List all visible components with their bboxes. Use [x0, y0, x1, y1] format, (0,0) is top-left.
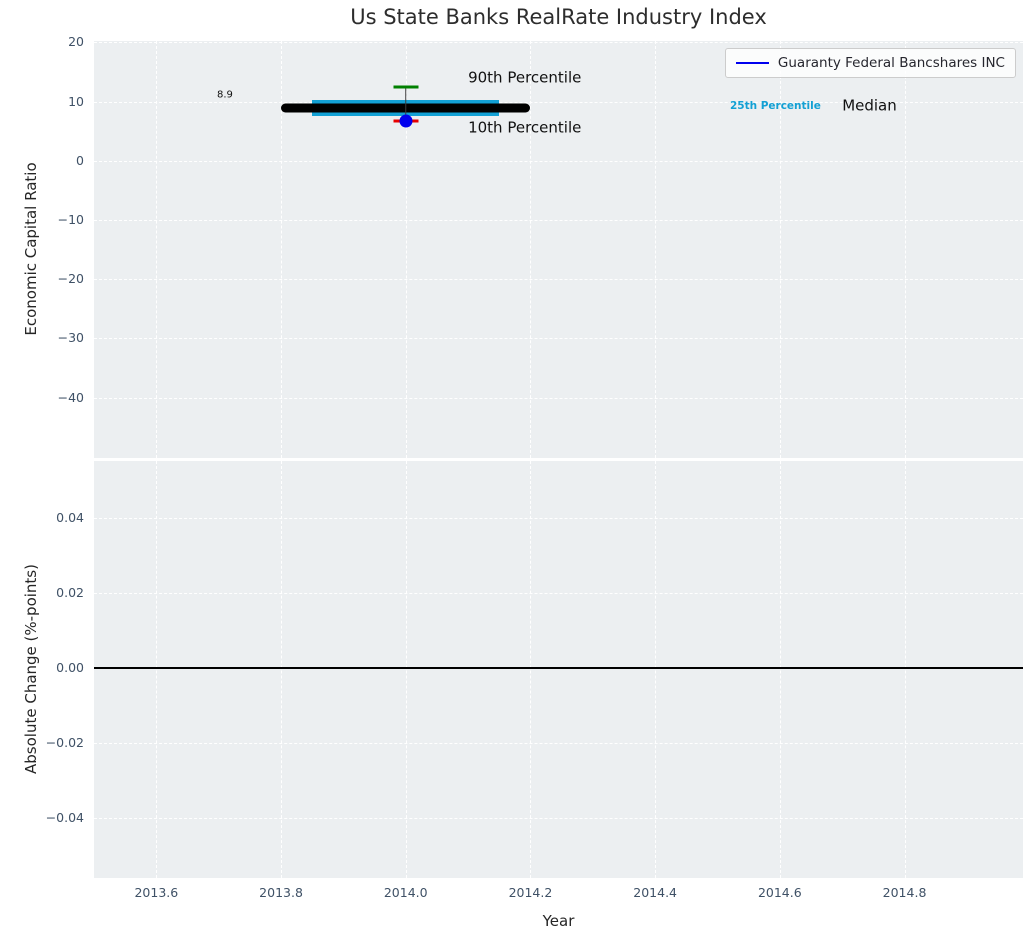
gridline-horizontal	[94, 398, 1023, 399]
x-tick-label: 2014.0	[384, 887, 428, 900]
y-tick-label: 0.02	[29, 587, 84, 600]
gridline-vertical	[530, 41, 531, 458]
x-tick-label: 2014.8	[883, 887, 927, 900]
bottom-axes-absolute-change	[94, 461, 1023, 878]
y-tick-label: −0.04	[29, 812, 84, 825]
y-tick-label: −0.02	[29, 737, 84, 750]
company-data-point	[399, 114, 412, 127]
gridline-horizontal	[94, 743, 1023, 744]
gridline-horizontal	[94, 42, 1023, 43]
annotation-10th-percentile: 10th Percentile	[468, 119, 581, 136]
y-tick-label: −10	[29, 214, 84, 227]
gridline-vertical	[780, 461, 781, 878]
gridline-vertical	[905, 461, 906, 878]
gridline-horizontal	[94, 161, 1023, 162]
y-tick-label: 10	[29, 95, 84, 108]
x-tick-label: 2014.6	[758, 887, 802, 900]
gridline-horizontal	[94, 220, 1023, 221]
y-tick-label: −40	[29, 391, 84, 404]
gridline-vertical	[281, 461, 282, 878]
gridline-horizontal	[94, 279, 1023, 280]
gridline-vertical	[905, 41, 906, 458]
annotation-90th-percentile: 90th Percentile	[468, 69, 581, 86]
x-tick-label: 2013.8	[259, 887, 303, 900]
y-tick-label: 0.04	[29, 512, 84, 525]
gridline-vertical	[156, 461, 157, 878]
x-tick-label: 2014.2	[509, 887, 553, 900]
y-tick-label: 0	[29, 155, 84, 168]
legend-line-sample	[736, 62, 769, 65]
x-tick-label: 2013.6	[134, 887, 178, 900]
zero-reference-line	[94, 667, 1023, 669]
x-tick-label: 2014.4	[633, 887, 677, 900]
y-tick-label: −20	[29, 273, 84, 286]
legend: Guaranty Federal Bancshares INC	[725, 48, 1016, 78]
x-axis-label: Year	[94, 912, 1023, 930]
gridline-vertical	[406, 461, 407, 878]
gridline-horizontal	[94, 338, 1023, 339]
gridline-vertical	[655, 41, 656, 458]
gridline-horizontal	[94, 593, 1023, 594]
gridline-vertical	[156, 41, 157, 458]
legend-label: Guaranty Federal Bancshares INC	[778, 55, 1005, 71]
gridline-vertical	[530, 461, 531, 878]
chart-title: Us State Banks RealRate Industry Index	[94, 5, 1023, 29]
gridline-horizontal	[94, 818, 1023, 819]
gridline-vertical	[655, 461, 656, 878]
annotation-8-9: 8.9	[217, 89, 233, 101]
annotation-25th-percentile: 25th Percentile	[730, 100, 821, 112]
p90-percentile-tick	[393, 86, 418, 89]
gridline-horizontal	[94, 518, 1023, 519]
y-tick-label: 20	[29, 36, 84, 49]
y-tick-label: 0.00	[29, 662, 84, 675]
y-tick-label: −30	[29, 332, 84, 345]
figure: Us State Banks RealRate Industry Index G…	[0, 0, 1034, 942]
y-axis-label-top: Economic Capital Ratio	[22, 162, 40, 335]
annotation-median: Median	[842, 97, 897, 114]
